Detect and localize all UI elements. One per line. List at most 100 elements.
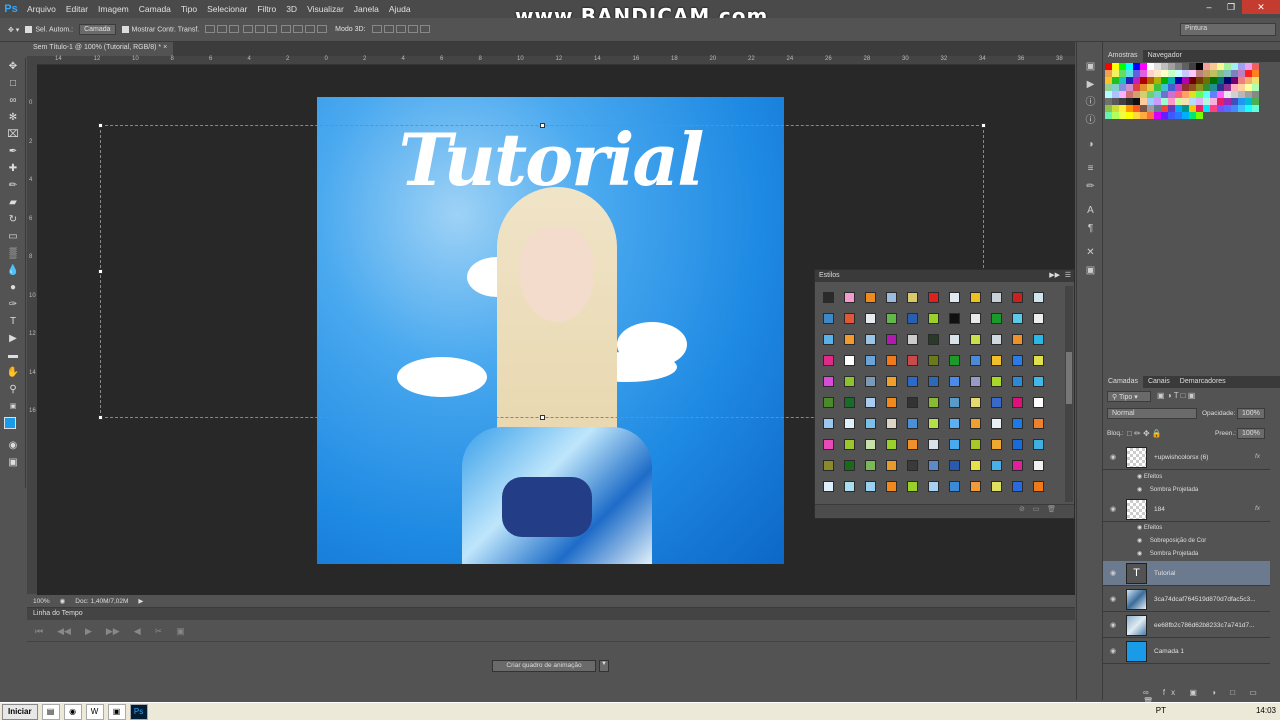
color-swatch[interactable] [1217,84,1224,91]
color-swatch[interactable] [1133,105,1140,112]
color-swatch[interactable] [1203,84,1210,91]
color-swatch[interactable] [1112,91,1119,98]
hand-tool-icon[interactable]: ✋ [0,364,26,381]
auto-select-checkbox[interactable]: Sel. Autom.: [25,25,73,33]
color-swatch[interactable] [1189,91,1196,98]
color-swatch[interactable] [1168,84,1175,91]
color-swatch[interactable] [1231,77,1238,84]
color-swatch[interactable] [1126,105,1133,112]
color-swatch[interactable] [1203,63,1210,70]
style-swatch[interactable] [928,355,939,366]
app-icon[interactable]: ▣ [107,703,126,720]
eye-icon[interactable]: ◉ [1110,569,1116,577]
properties-icon[interactable]: ⓘ [1077,112,1104,130]
eye-icon[interactable]: ◉ [1110,505,1116,513]
styles-scroll-thumb[interactable] [1066,352,1072,404]
style-swatch[interactable] [907,334,918,345]
style-swatch[interactable] [865,313,876,324]
effect-row[interactable]: ◉ Sobreposição de Cor [1137,537,1206,544]
tab-camadas[interactable]: Camadas [1103,376,1143,388]
color-swatch[interactable] [1119,63,1126,70]
style-swatch[interactable] [823,439,834,450]
color-swatch[interactable] [1189,77,1196,84]
color-swatch[interactable] [1175,98,1182,105]
color-swatch[interactable] [1147,84,1154,91]
color-swatch[interactable] [1154,112,1161,119]
color-swatch[interactable] [1196,105,1203,112]
style-swatch[interactable] [907,376,918,387]
style-swatch[interactable] [865,418,876,429]
style-swatch[interactable] [865,397,876,408]
color-swatch[interactable] [1217,91,1224,98]
color-swatch[interactable] [1105,63,1112,70]
style-swatch[interactable] [928,397,939,408]
style-swatch[interactable] [1033,355,1044,366]
color-swatch[interactable] [1161,84,1168,91]
color-swatch[interactable] [1252,77,1259,84]
layer-row[interactable]: ◉ 184 fx [1103,497,1270,522]
color-swatch[interactable] [1210,98,1217,105]
style-swatch[interactable] [928,460,939,471]
style-swatch[interactable] [907,460,918,471]
style-swatch[interactable] [1012,376,1023,387]
menu-3d[interactable]: 3D [281,4,302,14]
dodge-tool-icon[interactable]: ● [0,279,26,296]
color-swatch[interactable] [1140,77,1147,84]
style-swatch[interactable] [970,334,981,345]
style-swatch[interactable] [928,292,939,303]
effects-row[interactable]: ◉ Efeitos [1137,524,1162,531]
color-swatch[interactable] [1140,91,1147,98]
eraser-tool-icon[interactable]: ▭ [0,228,26,245]
play-icon[interactable]: ▶ [85,626,92,637]
screen-mode-icon[interactable]: ▣ [0,454,26,471]
color-swatch[interactable] [1245,91,1252,98]
style-swatch[interactable] [928,481,939,492]
style-swatch[interactable] [1033,439,1044,450]
color-swatch[interactable] [1245,105,1252,112]
color-swatch[interactable] [1119,84,1126,91]
color-swatch[interactable] [1133,91,1140,98]
style-swatch[interactable] [886,334,897,345]
transform-handle[interactable] [981,123,986,128]
color-swatch[interactable] [1161,70,1168,77]
style-swatch[interactable] [823,376,834,387]
color-swatch[interactable] [1245,98,1252,105]
prev-frame-icon[interactable]: ◀◀ [57,626,71,637]
cut-icon[interactable]: ✂ [155,626,163,637]
style-swatch[interactable] [970,418,981,429]
color-swatch[interactable] [1154,91,1161,98]
transition-icon[interactable]: ▣ [176,626,185,637]
folder-icon[interactable]: ▤ [41,703,60,720]
default-colors-icon[interactable]: ▣ [0,398,26,415]
fx-icon[interactable]: fx [1255,453,1260,460]
fx-icon[interactable]: fx [1255,505,1260,512]
color-swatch[interactable] [1112,77,1119,84]
color-swatch[interactable] [1112,98,1119,105]
color-swatch[interactable] [1140,112,1147,119]
color-swatch[interactable] [1196,70,1203,77]
color-swatch[interactable] [1140,70,1147,77]
style-swatch[interactable] [886,313,897,324]
style-swatch[interactable] [844,376,855,387]
color-swatch[interactable] [1154,105,1161,112]
next-frame-icon[interactable]: ▶▶ [106,626,120,637]
color-swatch[interactable] [1168,63,1175,70]
style-swatch[interactable] [907,292,918,303]
color-swatch[interactable] [1231,105,1238,112]
style-swatch[interactable] [949,313,960,324]
brush-tool-icon[interactable]: ✏ [0,177,26,194]
style-swatch[interactable] [907,481,918,492]
show-transform-checkbox[interactable]: Mostrar Contr. Transf. [121,25,199,33]
style-swatch[interactable] [1012,481,1023,492]
layer-row[interactable]: ◉ ee68fb2c786d62b8233c7a741d7... [1103,613,1270,638]
layer-kind-filter[interactable]: ⚲ Tipo ▾ [1107,391,1151,402]
style-swatch[interactable] [970,355,981,366]
color-swatch[interactable] [1210,91,1217,98]
color-swatch[interactable] [1175,63,1182,70]
zoom-level[interactable]: 100% [33,598,50,605]
color-swatch[interactable] [1252,105,1259,112]
style-swatch[interactable] [949,292,960,303]
color-swatch[interactable] [1217,77,1224,84]
color-swatch[interactable] [1161,105,1168,112]
quick-mask-icon[interactable]: ◉ [0,437,26,454]
